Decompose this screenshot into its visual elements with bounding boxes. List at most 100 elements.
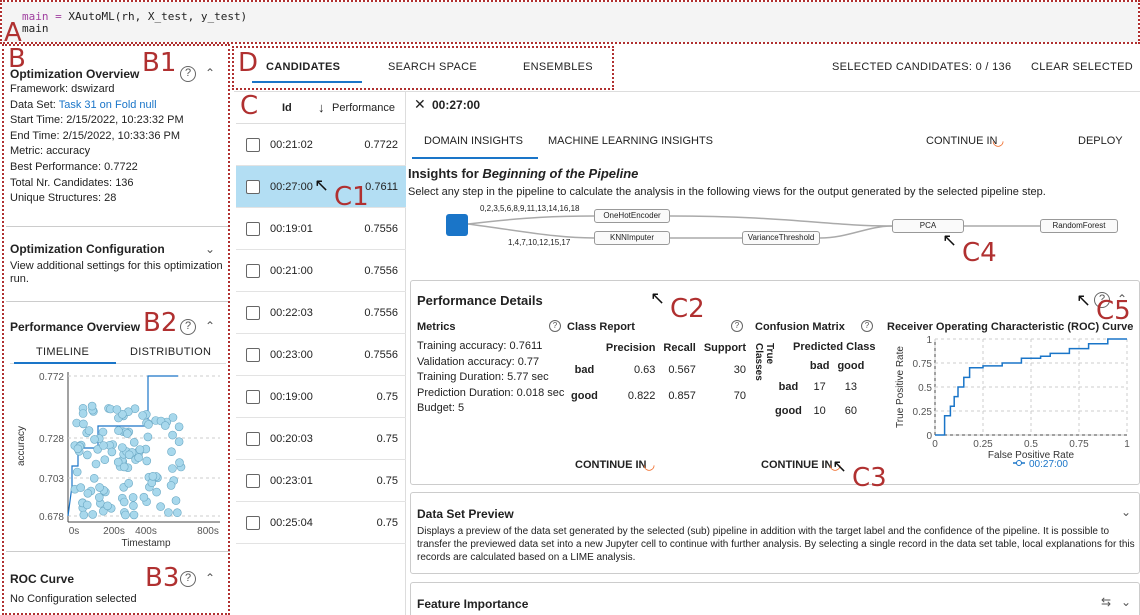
help-icon[interactable]: ? xyxy=(861,320,873,332)
chevron-down-icon[interactable]: ⌄ xyxy=(1121,595,1131,609)
close-icon[interactable]: ✕ xyxy=(414,96,426,113)
cm-row-label: bad xyxy=(778,381,799,393)
candidate-row[interactable]: 00:19:01 0.7556 xyxy=(236,208,406,250)
cm-cell: 60 xyxy=(844,405,858,417)
candidate-id: 00:19:01 xyxy=(270,223,313,235)
tab-indicator xyxy=(412,157,538,159)
candidate-id: 00:23:00 xyxy=(270,349,313,361)
label-c: C xyxy=(240,91,259,121)
row-checkbox[interactable] xyxy=(246,348,260,362)
node-randomforest[interactable]: RandomForest xyxy=(1040,219,1118,233)
candidate-row[interactable]: 00:19:00 0.75 xyxy=(236,376,406,418)
node-variancethreshold[interactable]: VarianceThreshold xyxy=(742,231,820,245)
row-class: good xyxy=(571,390,598,402)
row-checkbox[interactable] xyxy=(246,432,260,446)
candidate-row[interactable]: 00:23:00 0.7556 xyxy=(236,334,406,376)
candidate-id: 00:22:03 xyxy=(270,307,313,319)
label-b1: B1 xyxy=(142,48,177,78)
metrics-section: Metrics ? Training accuracy: 0.7611 Valid… xyxy=(417,320,567,417)
y-tick-label: 1 xyxy=(926,335,932,346)
row-checkbox[interactable] xyxy=(246,180,260,194)
row-checkbox[interactable] xyxy=(246,138,260,152)
label-b3: B3 xyxy=(145,563,180,593)
candidate-performance: 0.7556 xyxy=(364,307,398,319)
candidate-performance: 0.75 xyxy=(376,475,398,487)
candidate-performance: 0.7556 xyxy=(364,265,398,277)
candidates-list: Id ↓ Performance 00:21:02 0.7722 00:27:00 0… xyxy=(236,92,406,615)
pipeline-graph[interactable]: 0,2,3,5,6,8,9,11,13,14,16,18 1,4,7,10,12… xyxy=(408,202,1140,262)
col-performance-header[interactable]: Performance xyxy=(332,102,395,114)
continue-in-button[interactable]: CONTINUE IN xyxy=(575,459,647,471)
arrow-down-icon[interactable]: ↓ xyxy=(318,100,325,115)
y-axis-label: True Positive Rate xyxy=(895,346,906,428)
candidate-performance: 0.75 xyxy=(376,517,398,529)
cm-col: good xyxy=(837,360,865,372)
help-icon[interactable]: ? xyxy=(549,320,561,332)
col-support: Support xyxy=(703,342,747,354)
clear-selected-button[interactable]: CLEAR SELECTED xyxy=(1031,61,1133,73)
help-icon[interactable]: ? xyxy=(731,320,743,332)
node-onehotencoder[interactable]: OneHotEncoder xyxy=(594,209,670,223)
candidate-row[interactable]: 00:21:02 0.7722 xyxy=(236,124,406,166)
candidate-id: 00:23:01 xyxy=(270,475,313,487)
row-checkbox[interactable] xyxy=(246,516,260,530)
confusion-matrix-table: bad good bad 17 13 good 10 60 xyxy=(771,357,868,423)
jupyter-icon[interactable]: ◡ xyxy=(992,132,1004,149)
metric-line: Training accuracy: 0.7611 xyxy=(417,340,543,352)
row-checkbox[interactable] xyxy=(246,222,260,236)
pipeline-start-node[interactable] xyxy=(446,214,468,236)
col-id-header[interactable]: Id xyxy=(282,102,292,114)
x-tick-label: 0.5 xyxy=(1024,439,1038,450)
candidate-id: 00:25:04 xyxy=(270,517,313,529)
feature-importance-card: Feature Importance ⇆ ⌄ xyxy=(410,582,1140,615)
chevron-down-icon[interactable]: ⌄ xyxy=(1121,505,1131,519)
row-checkbox[interactable] xyxy=(246,264,260,278)
row-checkbox[interactable] xyxy=(246,306,260,320)
cell-support: 70 xyxy=(733,390,747,402)
candidate-performance: 0.7556 xyxy=(364,223,398,235)
cursor-arrow-icon: ↖ xyxy=(314,175,330,196)
region-a-frame xyxy=(0,0,1140,44)
candidate-row[interactable]: 00:20:03 0.75 xyxy=(236,418,406,460)
label-c5: C5 xyxy=(1096,296,1131,326)
row-checkbox[interactable] xyxy=(246,390,260,404)
cell-recall: 0.857 xyxy=(668,390,696,402)
candidate-id: 00:19:00 xyxy=(270,391,313,403)
performance-details-card: Performance Details ? ⌃ Metrics ? Traini… xyxy=(410,280,1140,485)
candidate-row[interactable]: 00:22:03 0.7556 xyxy=(236,292,406,334)
deploy-button[interactable]: DEPLOY xyxy=(1078,135,1123,147)
label-c3: C3 xyxy=(852,463,887,493)
preview-description: Displays a preview of the data set gener… xyxy=(417,526,1135,563)
candidate-row[interactable]: 00:23:01 0.75 xyxy=(236,460,406,502)
x-tick-label: 0 xyxy=(932,439,938,450)
preview-title: Data Set Preview xyxy=(417,507,514,521)
candidate-performance: 0.75 xyxy=(376,391,398,403)
tab-domain-insights[interactable]: DOMAIN INSIGHTS xyxy=(424,135,523,147)
detail-tab-bar: DOMAIN INSIGHTS MACHINE LEARNING INSIGHT… xyxy=(408,122,1140,160)
continue-in-button[interactable]: CONTINUE IN xyxy=(761,459,833,471)
col-recall: Recall xyxy=(663,342,696,354)
label-c4: C4 xyxy=(962,238,997,268)
tab-ml-insights[interactable]: MACHINE LEARNING INSIGHTS xyxy=(548,135,713,147)
continue-in-button[interactable]: CONTINUE IN xyxy=(926,135,998,147)
row-checkbox[interactable] xyxy=(246,474,260,488)
cursor-arrow-icon: ↖ xyxy=(942,230,958,251)
compare-icon[interactable]: ⇆ xyxy=(1101,595,1111,609)
perf-details-title: Performance Details xyxy=(417,293,543,308)
label-c1: C1 xyxy=(334,182,369,212)
edge-label-top: 0,2,3,5,6,8,9,11,13,14,16,18 xyxy=(480,204,580,213)
node-knnimputer[interactable]: KNNImputer xyxy=(594,231,670,245)
class-report-table: Precision Recall Support bad 0.63 0.567 … xyxy=(567,339,750,409)
cm-row-label: good xyxy=(775,405,802,417)
cell-precision: 0.63 xyxy=(634,364,656,376)
edge-label-bottom: 1,4,7,10,12,15,17 xyxy=(508,238,571,247)
jupyter-icon[interactable]: ◡ xyxy=(643,456,655,473)
candidate-row[interactable]: 00:25:04 0.75 xyxy=(236,502,406,544)
data-set-preview-card: Data Set Preview ⌄ Displays a preview of… xyxy=(410,492,1140,574)
class-report-title: Class Report xyxy=(567,321,635,333)
y-tick-label: 0.5 xyxy=(918,383,932,394)
roc-chart[interactable]: 10.750.50.2500 0.25 0.5 0.75 1True Positive … xyxy=(887,333,1137,483)
candidate-id: 00:20:03 xyxy=(270,433,313,445)
roc-section: Receiver Operating Characteristic (ROC) … xyxy=(887,321,1139,481)
candidate-row[interactable]: 00:21:00 0.7556 xyxy=(236,250,406,292)
